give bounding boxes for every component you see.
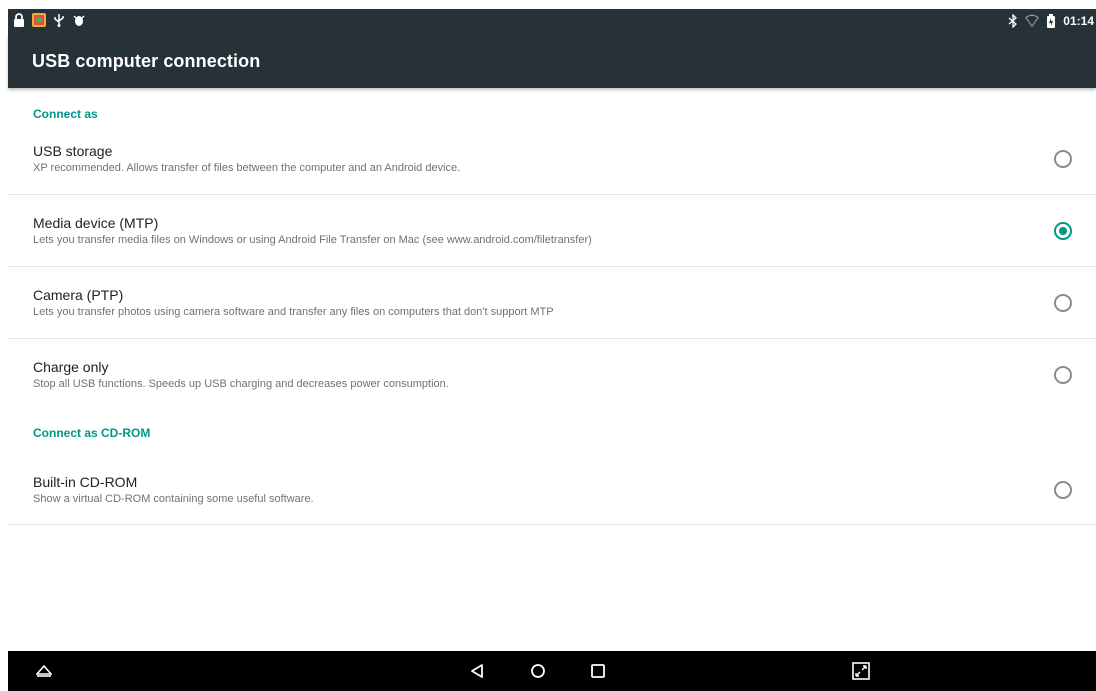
option-title: Charge only xyxy=(33,359,109,375)
usb-icon xyxy=(52,12,66,28)
option-title: Media device (MTP) xyxy=(33,214,159,231)
radio-button[interactable] xyxy=(1054,293,1072,312)
option-built-in-cdrom[interactable]: Built-in CD-ROM Show a virtual CD-ROM co… xyxy=(8,455,1096,525)
hide-bar-icon[interactable] xyxy=(34,661,54,681)
option-summary: Lets you transfer photos using camera so… xyxy=(33,305,554,318)
gallery-icon xyxy=(32,12,46,28)
clock: 01:14 xyxy=(1063,14,1094,28)
recents-icon[interactable] xyxy=(588,661,608,681)
navigation-bar xyxy=(8,651,1096,691)
app-bar: USB computer connection xyxy=(8,34,1096,88)
lock-icon xyxy=(12,12,26,28)
wifi-icon xyxy=(1025,13,1040,29)
option-summary: XP recommended. Allows transfer of files… xyxy=(33,162,461,174)
radio-button[interactable] xyxy=(1054,480,1072,499)
option-summary: Stop all USB functions. Speeds up USB ch… xyxy=(33,378,449,390)
option-summary: Lets you transfer media files on Windows… xyxy=(33,233,592,246)
debug-icon xyxy=(72,12,86,28)
screenshot-icon[interactable] xyxy=(851,661,871,681)
option-title: USB storage xyxy=(33,143,113,159)
usb-connection-screen: 01:14 USB computer connection Connect as… xyxy=(0,0,1096,691)
battery-icon xyxy=(1044,13,1058,29)
option-media-device-mtp[interactable]: Media device (MTP) Lets you transfer med… xyxy=(8,195,1096,267)
bluetooth-icon xyxy=(1006,13,1020,29)
status-right-icons: 01:14 xyxy=(1006,13,1094,29)
page-title: USB computer connection xyxy=(32,51,261,71)
radio-button[interactable] xyxy=(1054,221,1072,240)
home-icon[interactable] xyxy=(528,661,548,681)
option-charge-only[interactable]: Charge only Stop all USB functions. Spee… xyxy=(8,339,1096,411)
option-summary: Show a virtual CD-ROM containing some us… xyxy=(33,492,314,505)
radio-button[interactable] xyxy=(1054,366,1072,384)
option-camera-ptp[interactable]: Camera (PTP) Lets you transfer photos us… xyxy=(8,267,1096,339)
preferences-list: Connect as USB storage XP recommended. A… xyxy=(8,90,1096,525)
radio-button[interactable] xyxy=(1054,150,1072,168)
status-bar: 01:14 xyxy=(8,9,1096,34)
option-usb-storage[interactable]: USB storage XP recommended. Allows trans… xyxy=(8,124,1096,195)
status-left-icons xyxy=(12,12,86,28)
section-header-connect-as-cdrom: Connect as CD-ROM xyxy=(33,426,151,440)
option-title: Camera (PTP) xyxy=(33,286,124,303)
back-icon[interactable] xyxy=(467,661,487,681)
option-title: Built-in CD-ROM xyxy=(33,473,138,490)
